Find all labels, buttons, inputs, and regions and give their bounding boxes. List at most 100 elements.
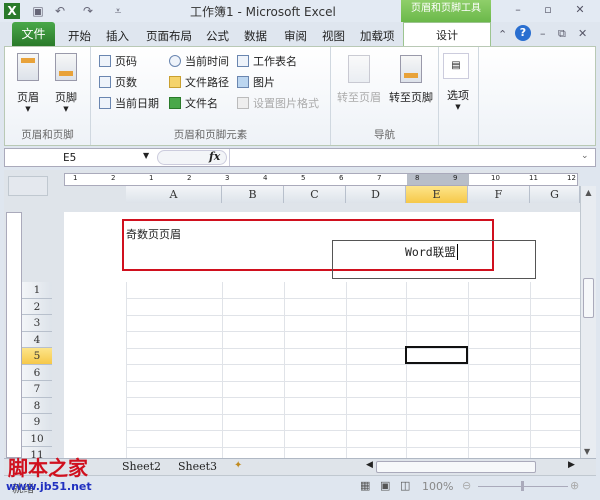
sheet-name-button[interactable]: 工作表名 [237, 53, 297, 71]
ribbon-collapse-icon[interactable]: ⌃ [498, 28, 507, 41]
sheet-tab-sheet3[interactable]: Sheet3 [178, 460, 217, 473]
group-options: ▤ 选项 ▼ [439, 47, 479, 145]
gridline [126, 380, 580, 382]
gridline [126, 347, 580, 349]
file-path-button[interactable]: 文件路径 [169, 74, 229, 92]
select-all-button[interactable] [8, 176, 48, 196]
header-button[interactable]: 页眉 ▼ [13, 53, 43, 113]
row-header-4[interactable]: 4 [22, 331, 52, 348]
tab-addins[interactable]: 加载项 [360, 26, 395, 46]
tab-data[interactable]: 数据 [244, 26, 267, 46]
tab-home[interactable]: 开始 [68, 26, 91, 46]
column-header-b[interactable]: B [222, 186, 284, 203]
tab-review[interactable]: 审阅 [284, 26, 307, 46]
watermark-logo: 脚本之家 [8, 456, 88, 480]
calendar-icon [99, 97, 111, 109]
tab-design[interactable]: 设计 [403, 22, 491, 48]
goto-header-button[interactable]: 转至页眉 [335, 55, 383, 105]
selected-cell-e5[interactable] [405, 346, 468, 364]
current-date-button[interactable]: 当前日期 [99, 95, 159, 113]
ruler-mark: 11 [529, 174, 538, 182]
clock-icon [169, 55, 181, 67]
gridline [126, 298, 580, 299]
ruler-mark: 2 [111, 174, 116, 182]
zoom-level[interactable]: 100% [422, 480, 453, 493]
ruler-mark: 2 [187, 174, 192, 182]
scroll-right-icon[interactable]: ▶ [568, 460, 575, 470]
name-box-dropdown-icon[interactable]: ▼ [143, 151, 149, 160]
row-header-9[interactable]: 9 [22, 414, 52, 431]
tab-file[interactable]: 文件 [12, 22, 55, 46]
close-icon[interactable]: ✕ [570, 3, 590, 16]
insert-sheet-icon[interactable]: ✦ [234, 460, 242, 471]
zoom-out-icon[interactable]: ⊖ [462, 479, 471, 492]
goto-footer-button[interactable]: 转至页脚 [385, 55, 437, 105]
sheet-tab-sheet2[interactable]: Sheet2 [122, 460, 161, 473]
column-header-a[interactable]: A [126, 186, 222, 203]
row-header-10[interactable]: 10 [22, 430, 52, 447]
column-header-e[interactable]: E [406, 186, 468, 203]
format-picture-button[interactable]: 设置图片格式 [237, 95, 319, 113]
tab-insert[interactable]: 插入 [106, 26, 129, 46]
workbook-restore-icon[interactable]: ⧉ [558, 27, 566, 41]
ruler-mark: 4 [263, 174, 268, 182]
column-header-d[interactable]: D [346, 186, 406, 203]
expand-formula-icon[interactable]: ⌄ [581, 151, 589, 161]
center-header-text: Word联盟 [405, 244, 458, 260]
row-header-2[interactable]: 2 [22, 298, 52, 315]
vertical-scroll-thumb[interactable] [583, 278, 594, 318]
footer-button[interactable]: 页脚 ▼ [51, 53, 81, 113]
column-header-c[interactable]: C [284, 186, 346, 203]
vertical-scrollbar[interactable]: ▲ ▼ [580, 186, 596, 458]
center-header-input[interactable]: Word联盟 [332, 240, 536, 279]
zoom-slider-thumb[interactable] [521, 481, 524, 491]
watermark-url: www.jb51.net [6, 480, 92, 493]
help-icon[interactable]: ? [515, 25, 531, 41]
page-number-button[interactable]: 页码 [99, 53, 137, 71]
page-break-view-icon[interactable]: ◫ [400, 479, 410, 492]
vertical-ruler [6, 212, 22, 458]
formula-bar: E5 ▼ fx ⌄ [4, 148, 596, 167]
gridline [222, 282, 223, 458]
row-header-1[interactable]: 1 [22, 282, 52, 299]
options-icon: ▤ [443, 53, 469, 79]
picture-button[interactable]: 图片 [237, 74, 275, 92]
file-name-button[interactable]: 文件名 [169, 95, 218, 113]
tab-page-layout[interactable]: 页面布局 [146, 26, 192, 46]
zoom-in-icon[interactable]: ⊕ [570, 479, 579, 492]
ribbon: 页眉 ▼ 页脚 ▼ 页眉和页脚 页码 页数 当前日期 当前时间 文件路径 文件名… [4, 46, 596, 146]
column-header-f[interactable]: F [468, 186, 530, 203]
row-header-8[interactable]: 8 [22, 397, 52, 414]
name-box[interactable]: E5 [5, 149, 155, 166]
horizontal-scroll-thumb[interactable] [376, 461, 536, 473]
tab-formulas[interactable]: 公式 [206, 26, 229, 46]
row-header-5[interactable]: 5 [22, 348, 52, 365]
formula-input[interactable] [229, 149, 569, 166]
workbook-close-icon[interactable]: ✕ [578, 27, 587, 40]
options-button[interactable]: ▤ 选项 ▼ [443, 53, 473, 111]
row-header-7[interactable]: 7 [22, 381, 52, 398]
ribbon-tabs: 开始 插入 页面布局 公式 数据 审阅 视图 加载项 ⌃ ? – ⧉ ✕ [0, 22, 600, 46]
scroll-up-icon: ▲ [585, 188, 592, 197]
redo-icon[interactable]: ↷ [80, 3, 96, 19]
save-icon[interactable]: ▣ [30, 3, 46, 19]
page-layout-view-icon[interactable]: ▣ [380, 479, 390, 492]
gridline [126, 413, 580, 415]
current-time-button[interactable]: 当前时间 [169, 53, 229, 71]
workbook-minimize-icon[interactable]: – [540, 27, 546, 40]
status-bar: 就绪 ▦ ▣ ◫ 100% ⊖ ⊕ [4, 475, 596, 497]
row-header-3[interactable]: 3 [22, 315, 52, 332]
scroll-left-icon[interactable]: ◀ [366, 460, 373, 470]
gridline [126, 364, 580, 365]
page-count-button[interactable]: 页数 [99, 74, 137, 92]
insert-function-icon[interactable]: fx [209, 150, 220, 163]
customize-quick-access-icon[interactable]: ⩡ [110, 3, 126, 19]
normal-view-icon[interactable]: ▦ [360, 479, 370, 492]
undo-icon[interactable]: ↶ [52, 3, 68, 19]
column-header-g[interactable]: G [530, 186, 580, 203]
tab-view[interactable]: 视图 [322, 26, 345, 46]
maximize-icon[interactable]: ▫ [538, 3, 558, 16]
row-header-6[interactable]: 6 [22, 364, 52, 381]
minimize-icon[interactable]: – [508, 3, 528, 16]
gridline [126, 446, 580, 448]
